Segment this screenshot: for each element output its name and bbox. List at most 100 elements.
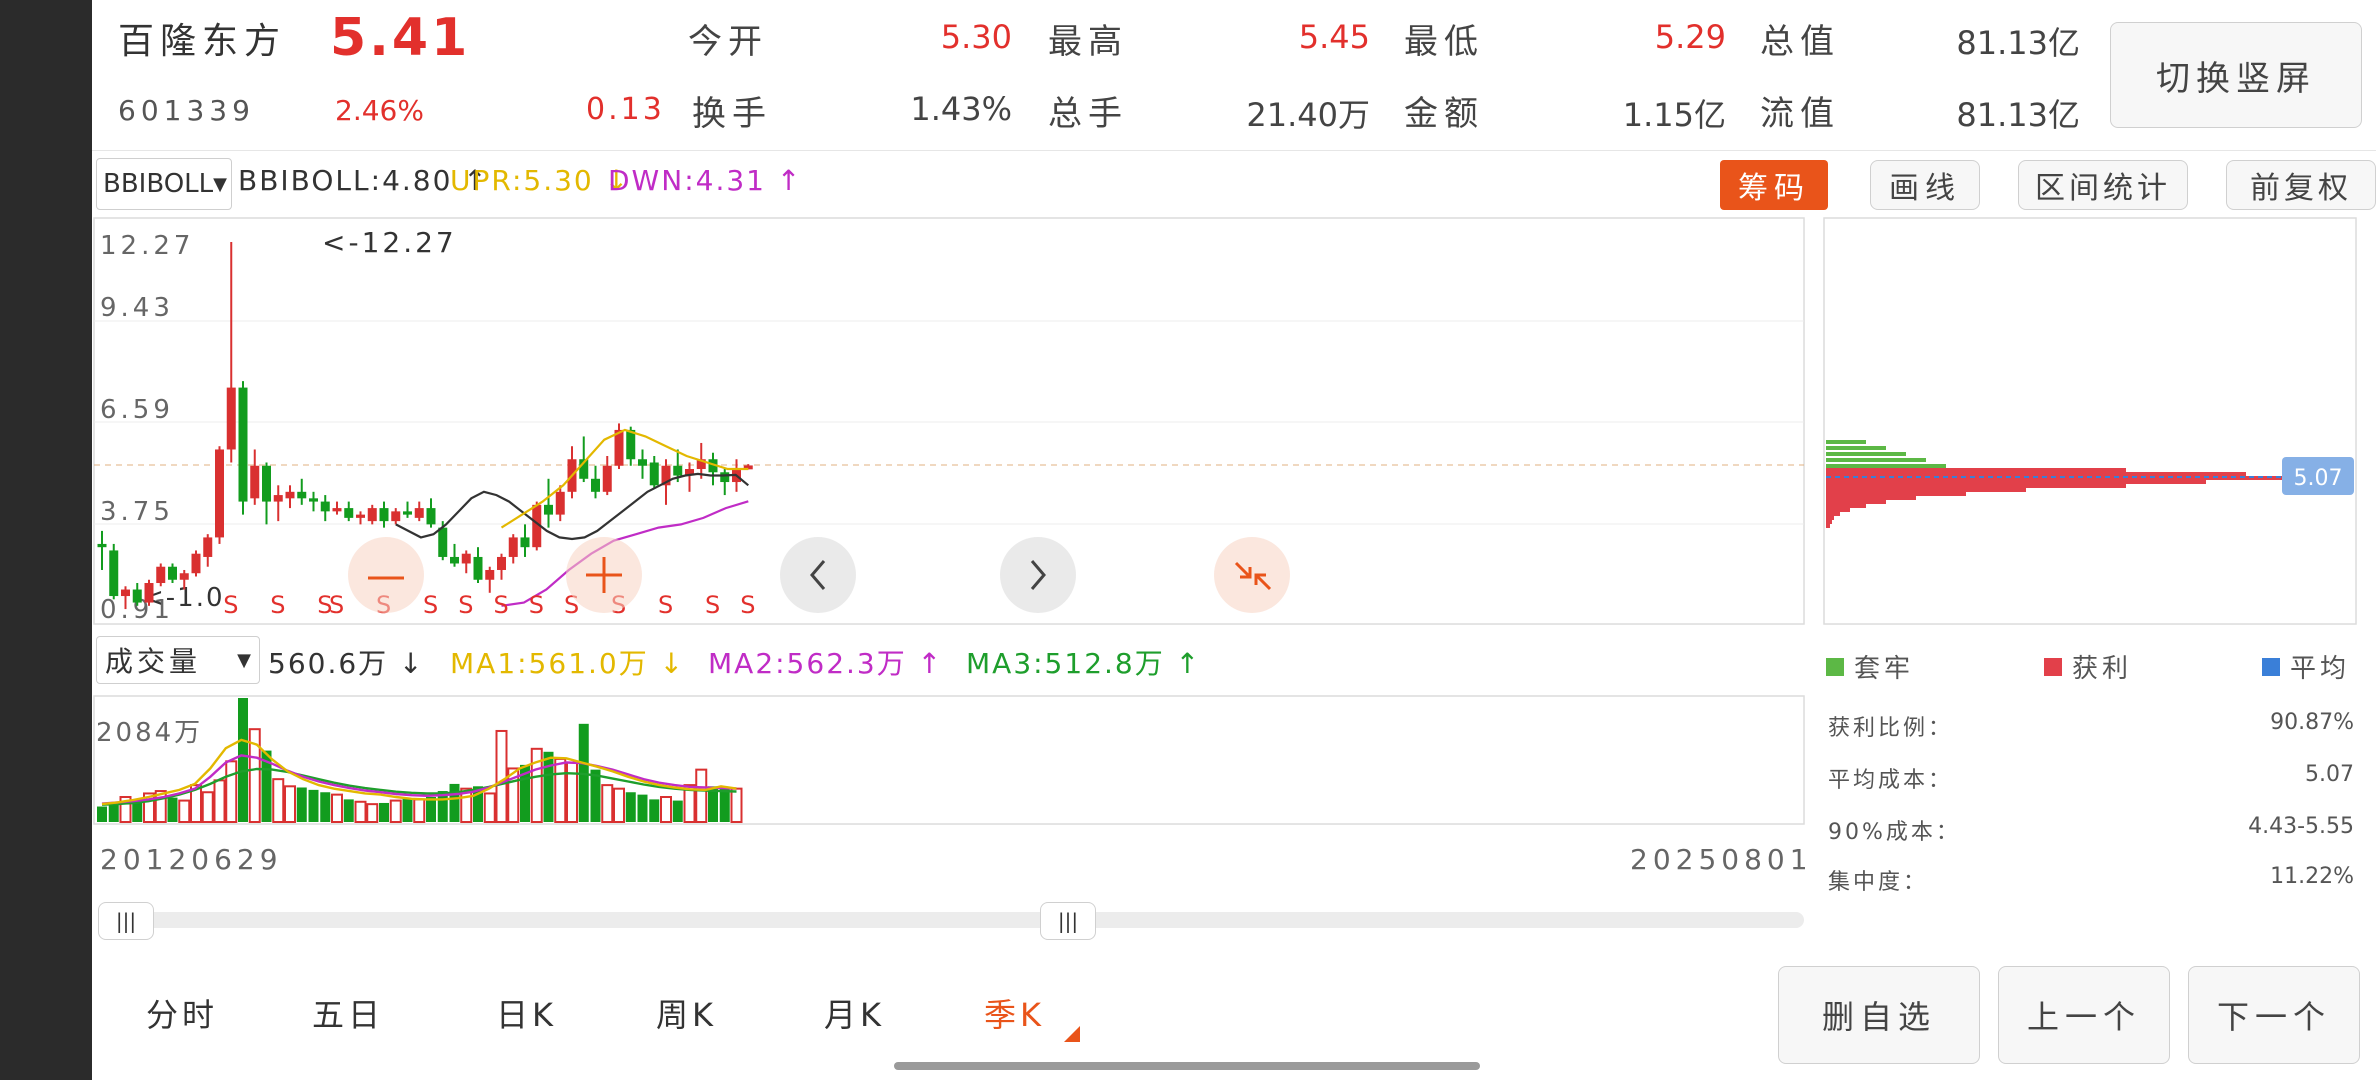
candle-body — [179, 573, 189, 580]
candle-body — [591, 478, 600, 492]
tab-quarterly-k[interactable]: 季K — [984, 990, 1045, 1036]
scroll-left-button — [780, 537, 856, 613]
dropdown-caret-icon: ▼ — [237, 649, 251, 671]
max-price-marker: <-12.27 — [322, 226, 457, 259]
volume-bar — [296, 787, 307, 822]
volume-bar — [238, 698, 248, 822]
legend-label: 套牢 — [1854, 654, 1915, 684]
candle-body — [273, 495, 283, 502]
volume-bar — [225, 760, 238, 823]
candle-body — [168, 566, 177, 580]
previous-stock-button[interactable]: 上一个 — [1998, 966, 2170, 1064]
range-slider-right-handle[interactable]: ||| — [1040, 902, 1096, 940]
candle-body — [649, 462, 659, 486]
signal-letter: S — [658, 591, 673, 619]
stat-value-profit-ratio: 90.87% — [2270, 710, 2354, 735]
volume-bar — [613, 787, 625, 823]
volume-bar — [320, 792, 331, 822]
volume-bar — [590, 769, 601, 822]
candle-body — [132, 589, 142, 603]
volume-bar — [413, 798, 426, 824]
candle-body — [485, 569, 495, 580]
candle-body — [109, 550, 119, 597]
chip-bar — [1826, 440, 1866, 444]
chip-bar — [1826, 520, 1832, 524]
chip-legend-average: 平均 — [2262, 648, 2350, 685]
tab-weekly-k[interactable]: 周K — [656, 990, 717, 1036]
signal-letter: S — [458, 591, 473, 619]
tab-monthly-k[interactable]: 月K — [824, 990, 885, 1036]
volume-bar — [201, 791, 214, 823]
volume-bar — [495, 729, 508, 824]
candle-body — [508, 537, 518, 557]
chip-bar — [1826, 452, 1906, 456]
volume-bar — [695, 768, 708, 824]
chip-bar — [1826, 468, 2126, 472]
candle-body — [720, 472, 730, 483]
volume-bar — [601, 784, 614, 823]
volume-bar — [331, 793, 343, 824]
tab-five-day[interactable]: 五日 — [312, 990, 384, 1036]
candle-body — [555, 491, 565, 515]
active-tab-corner-icon — [1064, 1026, 1080, 1042]
candle-body — [403, 511, 412, 515]
volume-bar — [366, 803, 379, 824]
volume-bar — [272, 778, 285, 823]
volume-bar — [672, 800, 683, 822]
volume-indicator-selector[interactable]: 成交量 ▼ — [96, 636, 260, 684]
signal-letter: S — [529, 591, 544, 619]
signal-letter: S — [223, 591, 238, 619]
home-indicator — [894, 1062, 1480, 1070]
volume-bar — [566, 761, 578, 823]
chip-legend-profit: 获利 — [2044, 648, 2132, 685]
candle-body — [473, 556, 483, 580]
chip-bar — [1826, 484, 2126, 488]
candles-layer — [97, 242, 753, 610]
candle-body — [379, 508, 389, 522]
candle-body — [97, 543, 107, 548]
range-slider-track[interactable] — [100, 912, 1804, 928]
legend-label: 平均 — [2290, 654, 2351, 684]
collapse-button — [1214, 537, 1290, 613]
volume-bar — [543, 751, 554, 822]
candle-body — [309, 498, 318, 502]
crosshair-hide-button — [348, 537, 424, 613]
candle-body — [144, 583, 154, 603]
signal-letter: S — [705, 591, 720, 619]
volume-bar — [379, 802, 389, 822]
volume-bar — [389, 799, 402, 823]
chip-distribution-bars — [1826, 440, 2346, 528]
volume-bar — [284, 785, 296, 824]
tab-intraday[interactable]: 分时 — [146, 990, 218, 1036]
candle-body — [356, 514, 365, 518]
tab-daily-k[interactable]: 日K — [496, 990, 557, 1036]
next-stock-button[interactable]: 下一个 — [2188, 966, 2360, 1064]
chip-bar — [1826, 496, 1916, 500]
stat-label: 90%成本： — [1828, 820, 1961, 845]
candle-body — [438, 527, 448, 557]
price-axis-label: 9.43 — [100, 293, 174, 323]
candle-body — [367, 508, 377, 522]
price-axis-label: 12.27 — [100, 231, 194, 261]
candle-body — [238, 387, 248, 502]
range-slider-left-handle[interactable]: ||| — [98, 902, 154, 940]
candle-body — [450, 556, 459, 564]
volume-bar — [213, 779, 226, 823]
volume-bar — [625, 792, 636, 822]
chip-bar — [1826, 516, 1834, 520]
average-cost-badge-value: 5.07 — [2294, 466, 2343, 491]
start-date: 20120629 — [100, 843, 283, 876]
delete-watchlist-button[interactable]: 删自选 — [1778, 966, 1980, 1064]
candle-body — [544, 504, 553, 515]
volume-bar — [730, 787, 743, 823]
legend-swatch — [2044, 657, 2062, 676]
candle-body — [414, 508, 424, 518]
candle-body — [121, 589, 130, 597]
candle-body — [285, 491, 295, 499]
legend-swatch — [1826, 657, 1844, 676]
chip-bar — [1826, 446, 1886, 450]
volume-bar — [178, 799, 191, 823]
candle-body — [226, 387, 236, 450]
volume-bar — [660, 796, 672, 823]
candle-body — [520, 537, 530, 548]
